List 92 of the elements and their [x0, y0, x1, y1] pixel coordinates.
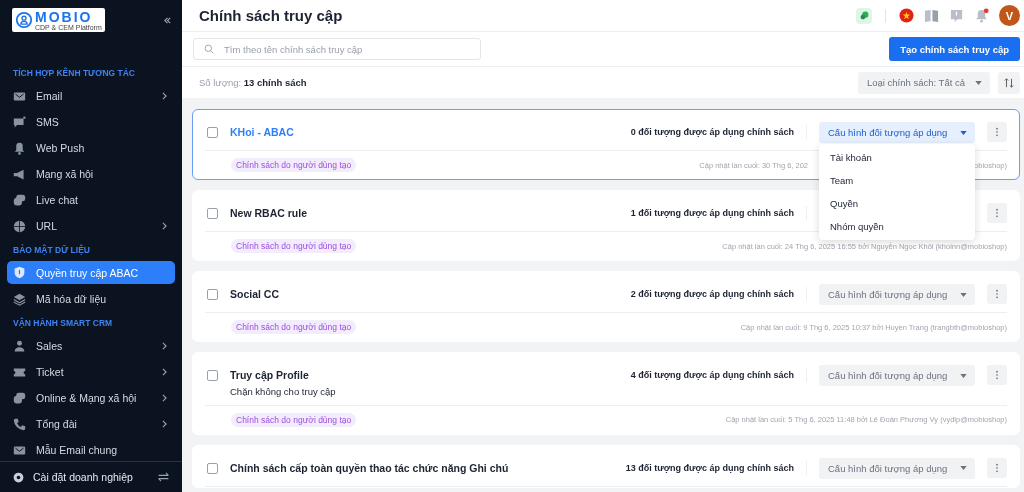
policy-name[interactable]: New RBAC rule [230, 207, 307, 220]
sort-icon [1004, 77, 1014, 88]
search-icon [204, 44, 214, 54]
flag-icon[interactable] [899, 8, 914, 23]
more-button[interactable] [987, 284, 1007, 304]
caret-icon [960, 130, 967, 135]
more-button[interactable] [987, 122, 1007, 142]
applied-count: 2 đối tượng được áp dụng chính sách [630, 288, 794, 299]
caret-icon [960, 292, 967, 297]
policy-name[interactable]: Chính sách cấp toàn quyền thao tác chức năng Ghi chú [230, 462, 509, 475]
checkbox[interactable] [207, 370, 218, 381]
policy-tag: Chính sách do người dùng tạo [231, 413, 357, 427]
menu-item[interactable]: Nhóm quyền [819, 215, 975, 238]
mail-icon [13, 89, 26, 103]
sidebar-item[interactable]: Sales [7, 333, 175, 359]
caret-icon [960, 373, 967, 378]
logo-icon [15, 11, 33, 29]
bell-icon[interactable] [974, 8, 989, 23]
policy-count: Số lượng: 13 chính sách [199, 77, 308, 88]
sidebar-item[interactable]: Email [7, 83, 175, 109]
more-icon [995, 289, 999, 299]
section-title: BẢO MẬT DỮ LIỆU [12, 243, 91, 257]
more-icon [995, 463, 999, 473]
policy-description: Chặn không cho truy cập [230, 387, 337, 398]
create-policy-button[interactable]: Tạo chính sách truy cập [889, 37, 1020, 61]
applied-count: 4 đối tượng được áp dụng chính sách [630, 369, 794, 380]
more-button[interactable] [987, 458, 1007, 478]
config-dropdown[interactable]: Cấu hình đối tượng áp dụng [819, 122, 975, 143]
sms-icon [13, 115, 26, 129]
logo-name: MOBIO [35, 9, 94, 24]
sidebar-item[interactable]: Web Push [7, 135, 175, 161]
section-title: VẬN HÀNH SMART CRM [12, 316, 114, 330]
sidebar-item[interactable]: Ticket [7, 359, 175, 385]
shield-icon [13, 266, 26, 279]
mail-icon [13, 443, 26, 457]
more-icon [995, 208, 999, 218]
policy-name[interactable]: Truy cập Profile [230, 369, 309, 382]
checkbox[interactable] [207, 463, 218, 474]
user-avatar[interactable]: V [999, 5, 1020, 26]
applied-count: 13 đối tượng được áp dụng chính sách [625, 462, 794, 473]
chat-icon [13, 193, 26, 207]
globe-icon [13, 219, 26, 233]
sidebar-item[interactable]: SMS [7, 109, 175, 135]
more-icon [995, 370, 999, 380]
person-icon [13, 339, 26, 353]
chat-icon [13, 391, 26, 405]
checkbox[interactable] [207, 208, 218, 219]
applied-count: 1 đối tượng được áp dụng chính sách [630, 207, 794, 218]
sidebar-item[interactable]: Mẫu Email chung [7, 437, 175, 461]
settings-icon [12, 470, 25, 484]
layers-icon [13, 292, 26, 306]
menu-item[interactable]: Team [819, 169, 975, 192]
more-icon [995, 127, 999, 137]
sort-button[interactable] [998, 71, 1020, 94]
book-icon[interactable] [924, 8, 939, 23]
menu-item[interactable]: Tài khoản [819, 146, 975, 169]
sidebar-item[interactable]: Mạng xã hội [7, 161, 175, 187]
sidebar-item[interactable]: Quyền truy cập ABAC [7, 261, 175, 284]
policy-type-filter[interactable]: Loại chính sách: Tất cả [857, 71, 990, 94]
menu-item[interactable]: Quyền [819, 192, 975, 215]
config-dropdown[interactable]: Cấu hình đối tượng áp dụng [819, 365, 975, 386]
sidebar-item[interactable]: Online & Mạng xã hội [7, 385, 175, 411]
checkbox[interactable] [207, 289, 218, 300]
search-field[interactable]: Tìm theo tên chính sách truy cập [193, 38, 481, 60]
policy-name[interactable]: Social CC [230, 288, 279, 301]
applied-count: 0 đối tượng được áp dụng chính sách [630, 126, 794, 137]
bell-icon [13, 141, 26, 155]
page-title: Chính sách truy cập [199, 7, 344, 24]
collapse-icon[interactable] [163, 15, 172, 25]
megaphone-icon [13, 167, 26, 181]
sidebar-item[interactable]: Tổng đài [7, 411, 175, 437]
more-button[interactable] [987, 365, 1007, 385]
sidebar-item[interactable]: Mã hóa dữ liệu [7, 286, 175, 312]
help-icon[interactable] [949, 8, 964, 23]
sidebar-item[interactable]: URL [7, 213, 175, 239]
policy-name[interactable]: KHoi - ABAC [230, 126, 294, 139]
phone-icon [13, 417, 26, 431]
section-title: TÍCH HỢP KÊNH TƯƠNG TÁC [12, 66, 136, 80]
more-button[interactable] [987, 203, 1007, 223]
sidebar-item[interactable]: Live chat [7, 187, 175, 213]
caret-icon [975, 80, 982, 85]
policy-tag: Chính sách do người dùng tạo [231, 320, 357, 334]
swap-icon[interactable] [157, 472, 170, 482]
config-dropdown[interactable]: Cấu hình đối tượng áp dụng [819, 284, 975, 305]
chat-app-icon[interactable] [856, 7, 872, 24]
settings-link[interactable]: Cài đặt doanh nghiệp [33, 471, 149, 483]
caret-icon [960, 466, 967, 471]
checkbox[interactable] [207, 127, 218, 138]
policy-tag: Chính sách do người dùng tạo [231, 239, 357, 253]
ticket-icon [13, 365, 26, 379]
policy-tag: Chính sách do người dùng tạo [231, 158, 357, 172]
config-dropdown[interactable]: Cấu hình đối tượng áp dụng [819, 458, 975, 479]
